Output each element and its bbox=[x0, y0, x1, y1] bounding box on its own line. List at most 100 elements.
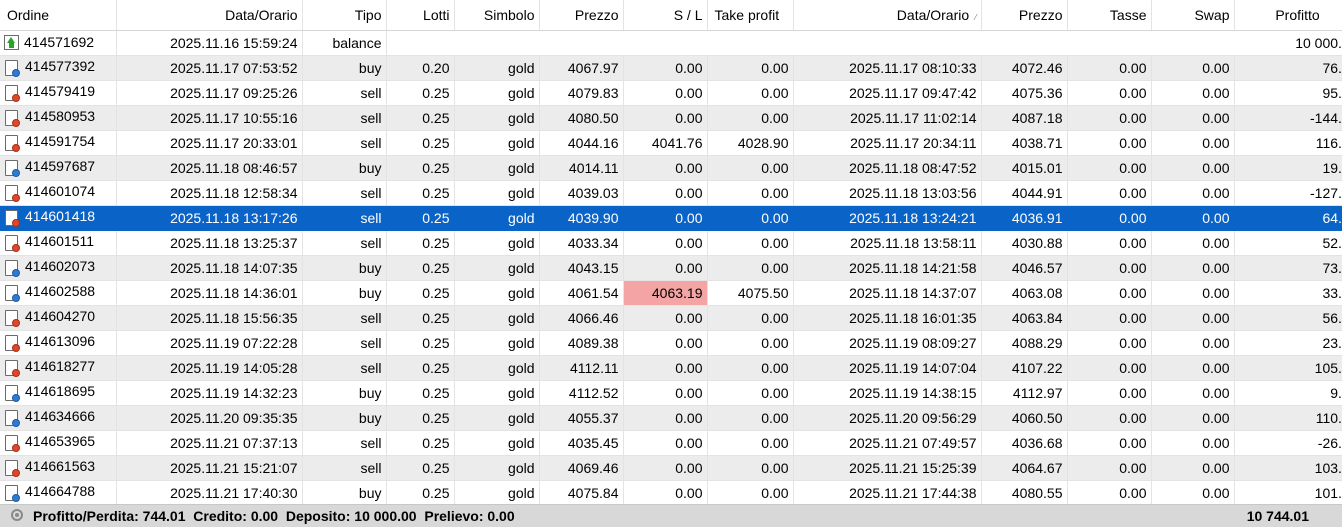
trade-row[interactable]: 414613096 2025.11.19 07:22:28 sell 0.25 gold… bbox=[0, 330, 1342, 356]
cell-tipo: buy bbox=[302, 380, 387, 406]
cell-lotti: 0.25 bbox=[386, 305, 455, 331]
cell-open-time: 2025.11.19 14:05:28 bbox=[116, 355, 303, 381]
col-header-close-time[interactable]: Data/Orario ⁄ bbox=[793, 0, 982, 31]
cell-ordine-value: 414579419 bbox=[25, 83, 96, 100]
cell-tp: 0.00 bbox=[707, 55, 794, 81]
col-header-open-time[interactable]: Data/Orario bbox=[116, 0, 303, 31]
trade-row[interactable]: 414601511 2025.11.18 13:25:37 sell 0.25 gold… bbox=[0, 230, 1342, 256]
cell-profitto: -26.78 bbox=[1234, 430, 1342, 456]
cell-close-price: 4063.84 bbox=[981, 305, 1068, 331]
cell-ordine: 414602073 bbox=[0, 255, 117, 281]
cell-profitto: 56.18 bbox=[1234, 305, 1342, 331]
cell-prezzo: 4033.34 bbox=[539, 230, 624, 256]
cell-swap: 0.00 bbox=[1151, 255, 1235, 281]
trade-row[interactable]: 414604270 2025.11.18 15:56:35 sell 0.25 gold… bbox=[0, 305, 1342, 331]
cell-simbolo: gold bbox=[454, 305, 540, 331]
cell-profitto: 33.03 bbox=[1234, 280, 1342, 306]
cell-close-time: 2025.11.17 09:47:42 bbox=[793, 80, 982, 106]
col-header-prezzo[interactable]: Prezzo bbox=[539, 0, 624, 31]
cell-lotti: 0.25 bbox=[386, 130, 455, 156]
cell-open-time: 2025.11.18 13:17:26 bbox=[116, 205, 303, 231]
cell-tp: 4028.90 bbox=[707, 130, 794, 156]
trade-row[interactable]: 414664788 2025.11.21 17:40:30 buy 0.25 gold 4… bbox=[0, 480, 1342, 506]
cell-ordine-value: 414602073 bbox=[25, 258, 96, 275]
cell-simbolo: gold bbox=[454, 55, 540, 81]
cell-ordine: 414579419 bbox=[0, 80, 117, 106]
trade-row[interactable]: 414580953 2025.11.17 10:55:16 sell 0.25 gold… bbox=[0, 105, 1342, 131]
cell-simbolo: gold bbox=[454, 105, 540, 131]
col-header-simbolo[interactable]: Simbolo bbox=[454, 0, 540, 31]
cell-lotti: 0.25 bbox=[386, 380, 455, 406]
cell-lotti: 0.25 bbox=[386, 155, 455, 181]
trade-row[interactable]: 414591754 2025.11.17 20:33:01 sell 0.25 gold… bbox=[0, 130, 1342, 156]
cell-tasse: 0.00 bbox=[1067, 130, 1152, 156]
col-header-close-price[interactable]: Prezzo bbox=[981, 0, 1068, 31]
cell-lotti: 0.25 bbox=[386, 105, 455, 131]
cell-close-time: 2025.11.19 14:07:04 bbox=[793, 355, 982, 381]
cell-simbolo: gold bbox=[454, 155, 540, 181]
cell-simbolo: gold bbox=[454, 255, 540, 281]
col-header-profitto[interactable]: Profitto bbox=[1234, 0, 1342, 31]
cell-profitto: 110.76 bbox=[1234, 405, 1342, 431]
sell-order-icon bbox=[4, 459, 20, 477]
cell-profitto: 103.54 bbox=[1234, 455, 1342, 481]
cell-tipo: buy bbox=[302, 480, 387, 506]
cell-simbolo: gold bbox=[454, 480, 540, 506]
cell-ordine-value: 414613096 bbox=[25, 333, 96, 350]
cell-open-time: 2025.11.17 07:53:52 bbox=[116, 55, 303, 81]
cell-close-time: 2025.11.19 08:09:27 bbox=[793, 330, 982, 356]
cell-tasse: 0.00 bbox=[1067, 380, 1152, 406]
cell-tasse: 0.00 bbox=[1067, 355, 1152, 381]
trade-row[interactable]: 414601074 2025.11.18 12:58:34 sell 0.25 gold… bbox=[0, 180, 1342, 206]
cell-simbolo: gold bbox=[454, 130, 540, 156]
cell-close-price: 4080.55 bbox=[981, 480, 1068, 506]
cell-sl: 0.00 bbox=[623, 80, 708, 106]
cell-simbolo: gold bbox=[454, 330, 540, 356]
trade-row[interactable]: 414602588 2025.11.18 14:36:01 buy 0.25 gold 4… bbox=[0, 280, 1342, 306]
col-header-sl[interactable]: S / L bbox=[623, 0, 708, 31]
cell-swap: 0.00 bbox=[1151, 280, 1235, 306]
cell-lotti: 0.25 bbox=[386, 230, 455, 256]
trade-row[interactable]: 414653965 2025.11.21 07:37:13 sell 0.25 gold… bbox=[0, 430, 1342, 456]
col-header-ordine[interactable]: Ordine bbox=[0, 0, 117, 31]
cell-close-price: 4112.97 bbox=[981, 380, 1068, 406]
cell-close-time: 2025.11.21 15:25:39 bbox=[793, 455, 982, 481]
cell-ordine: 414580953 bbox=[0, 105, 117, 131]
col-header-tipo[interactable]: Tipo bbox=[302, 0, 387, 31]
trade-row[interactable]: 414661563 2025.11.21 15:21:07 sell 0.25 gold… bbox=[0, 455, 1342, 481]
col-header-lotti[interactable]: Lotti bbox=[386, 0, 455, 31]
sell-order-icon bbox=[4, 359, 20, 377]
col-header-tasse[interactable]: Tasse bbox=[1067, 0, 1152, 31]
trade-row[interactable]: 414579419 2025.11.17 09:25:26 sell 0.25 gold… bbox=[0, 80, 1342, 106]
cell-simbolo: gold bbox=[454, 205, 540, 231]
cell-ordine: 414634666 bbox=[0, 405, 117, 431]
cell-lotti: 0.25 bbox=[386, 480, 455, 506]
cell-open-time: 2025.11.17 10:55:16 bbox=[116, 105, 303, 131]
trade-row[interactable]: 414618695 2025.11.19 14:32:23 buy 0.25 gold 4… bbox=[0, 380, 1342, 406]
col-header-swap[interactable]: Swap bbox=[1151, 0, 1235, 31]
cell-tasse: 0.00 bbox=[1067, 455, 1152, 481]
cell-ordine-value: 414601418 bbox=[25, 208, 96, 225]
cell-tp: 0.00 bbox=[707, 80, 794, 106]
cell-tp: 0.00 bbox=[707, 430, 794, 456]
trade-row[interactable]: 414618277 2025.11.19 14:05:28 sell 0.25 gold… bbox=[0, 355, 1342, 381]
cell-simbolo: gold bbox=[454, 180, 540, 206]
cell-simbolo: gold bbox=[454, 455, 540, 481]
balance-deposit-icon bbox=[4, 34, 19, 50]
balance-row[interactable]: 414571692 2025.11.16 15:59:24 balance 10… bbox=[0, 30, 1342, 56]
trade-row[interactable]: 414577392 2025.11.17 07:53:52 buy 0.20 gold 4… bbox=[0, 55, 1342, 81]
cell-open-time: 2025.11.21 07:37:13 bbox=[116, 430, 303, 456]
buy-order-icon bbox=[4, 284, 20, 302]
buy-order-icon bbox=[4, 159, 20, 177]
trade-row[interactable]: 414634666 2025.11.20 09:35:35 buy 0.25 gold 4… bbox=[0, 405, 1342, 431]
col-header-tp[interactable]: Take profit bbox=[707, 0, 794, 31]
trade-row[interactable]: 414601418 2025.11.18 13:17:26 sell 0.25 gold… bbox=[0, 205, 1342, 231]
cell-tasse: 0.00 bbox=[1067, 305, 1152, 331]
cell-tipo: sell bbox=[302, 305, 387, 331]
cell-close-price: 4015.01 bbox=[981, 155, 1068, 181]
cell-profitto: 9.67 bbox=[1234, 380, 1342, 406]
trade-row[interactable]: 414602073 2025.11.18 14:07:35 buy 0.25 gold 4… bbox=[0, 255, 1342, 281]
cell-tipo: sell bbox=[302, 455, 387, 481]
cell-tasse: 0.00 bbox=[1067, 155, 1152, 181]
trade-row[interactable]: 414597687 2025.11.18 08:46:57 buy 0.25 gold 4… bbox=[0, 155, 1342, 181]
